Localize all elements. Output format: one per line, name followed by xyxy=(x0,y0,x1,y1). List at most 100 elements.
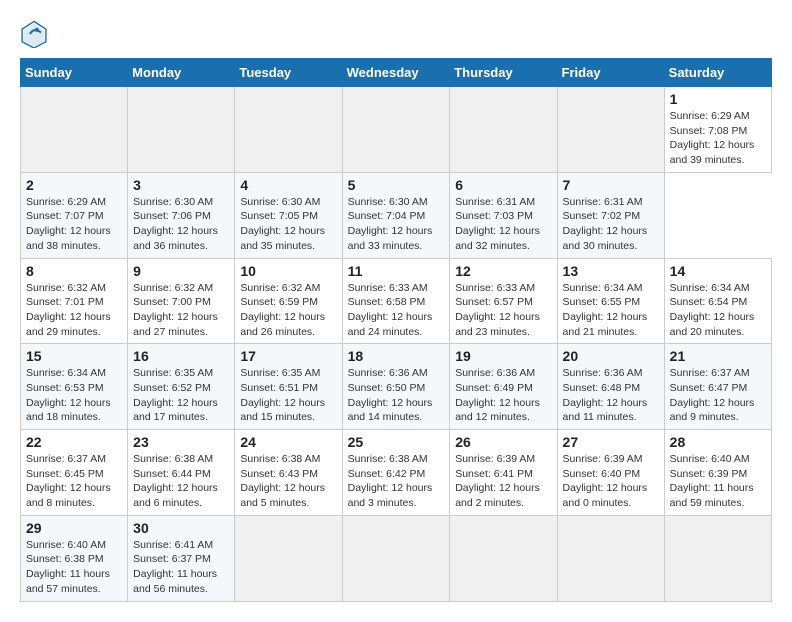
calendar-cell-day-17: 17 Sunrise: 6:35 AM Sunset: 6:51 PM Dayl… xyxy=(235,344,342,430)
day-info: Sunrise: 6:37 AM Sunset: 6:47 PM Dayligh… xyxy=(670,366,766,425)
calendar-week-row: 22 Sunrise: 6:37 AM Sunset: 6:45 PM Dayl… xyxy=(21,430,772,516)
weekday-header-tuesday: Tuesday xyxy=(235,59,342,87)
logo xyxy=(20,20,52,48)
calendar-table: SundayMondayTuesdayWednesdayThursdayFrid… xyxy=(20,58,772,602)
day-number: 30 xyxy=(133,520,229,536)
day-number: 7 xyxy=(563,177,659,193)
day-info: Sunrise: 6:32 AM Sunset: 7:00 PM Dayligh… xyxy=(133,281,229,340)
day-number: 23 xyxy=(133,434,229,450)
calendar-cell-day-25: 25 Sunrise: 6:38 AM Sunset: 6:42 PM Dayl… xyxy=(342,430,450,516)
calendar-cell-day-13: 13 Sunrise: 6:34 AM Sunset: 6:55 PM Dayl… xyxy=(557,258,664,344)
calendar-cell-day-15: 15 Sunrise: 6:34 AM Sunset: 6:53 PM Dayl… xyxy=(21,344,128,430)
calendar-cell-day-3: 3 Sunrise: 6:30 AM Sunset: 7:06 PM Dayli… xyxy=(128,172,235,258)
day-info: Sunrise: 6:39 AM Sunset: 6:41 PM Dayligh… xyxy=(455,452,551,511)
weekday-header-row: SundayMondayTuesdayWednesdayThursdayFrid… xyxy=(21,59,772,87)
calendar-cell-empty xyxy=(450,87,557,173)
calendar-cell-day-23: 23 Sunrise: 6:38 AM Sunset: 6:44 PM Dayl… xyxy=(128,430,235,516)
day-number: 24 xyxy=(240,434,336,450)
day-info: Sunrise: 6:38 AM Sunset: 6:44 PM Dayligh… xyxy=(133,452,229,511)
calendar-week-row: 2 Sunrise: 6:29 AM Sunset: 7:07 PM Dayli… xyxy=(21,172,772,258)
day-number: 25 xyxy=(348,434,445,450)
calendar-cell-empty xyxy=(342,87,450,173)
day-info: Sunrise: 6:38 AM Sunset: 6:43 PM Dayligh… xyxy=(240,452,336,511)
calendar-cell-day-7: 7 Sunrise: 6:31 AM Sunset: 7:02 PM Dayli… xyxy=(557,172,664,258)
calendar-cell-day-29: 29 Sunrise: 6:40 AM Sunset: 6:38 PM Dayl… xyxy=(21,515,128,601)
day-info: Sunrise: 6:36 AM Sunset: 6:50 PM Dayligh… xyxy=(348,366,445,425)
calendar-cell-day-5: 5 Sunrise: 6:30 AM Sunset: 7:04 PM Dayli… xyxy=(342,172,450,258)
day-number: 5 xyxy=(348,177,445,193)
day-number: 4 xyxy=(240,177,336,193)
calendar-cell-day-26: 26 Sunrise: 6:39 AM Sunset: 6:41 PM Dayl… xyxy=(450,430,557,516)
day-number: 10 xyxy=(240,263,336,279)
calendar-week-row: 8 Sunrise: 6:32 AM Sunset: 7:01 PM Dayli… xyxy=(21,258,772,344)
day-info: Sunrise: 6:34 AM Sunset: 6:54 PM Dayligh… xyxy=(670,281,766,340)
calendar-cell-day-10: 10 Sunrise: 6:32 AM Sunset: 6:59 PM Dayl… xyxy=(235,258,342,344)
calendar-cell-day-1: 1 Sunrise: 6:29 AM Sunset: 7:08 PM Dayli… xyxy=(664,87,771,173)
day-number: 22 xyxy=(26,434,122,450)
weekday-header-monday: Monday xyxy=(128,59,235,87)
day-number: 26 xyxy=(455,434,551,450)
calendar-cell-day-4: 4 Sunrise: 6:30 AM Sunset: 7:05 PM Dayli… xyxy=(235,172,342,258)
logo-icon xyxy=(20,20,48,48)
calendar-cell-day-2: 2 Sunrise: 6:29 AM Sunset: 7:07 PM Dayli… xyxy=(21,172,128,258)
day-number: 13 xyxy=(563,263,659,279)
calendar-cell-empty xyxy=(21,87,128,173)
day-number: 9 xyxy=(133,263,229,279)
calendar-cell-empty xyxy=(128,87,235,173)
day-info: Sunrise: 6:38 AM Sunset: 6:42 PM Dayligh… xyxy=(348,452,445,511)
day-info: Sunrise: 6:35 AM Sunset: 6:51 PM Dayligh… xyxy=(240,366,336,425)
day-number: 21 xyxy=(670,348,766,364)
calendar-cell-day-9: 9 Sunrise: 6:32 AM Sunset: 7:00 PM Dayli… xyxy=(128,258,235,344)
day-info: Sunrise: 6:34 AM Sunset: 6:55 PM Dayligh… xyxy=(563,281,659,340)
weekday-header-sunday: Sunday xyxy=(21,59,128,87)
calendar-cell-day-28: 28 Sunrise: 6:40 AM Sunset: 6:39 PM Dayl… xyxy=(664,430,771,516)
day-number: 27 xyxy=(563,434,659,450)
weekday-header-thursday: Thursday xyxy=(450,59,557,87)
day-info: Sunrise: 6:29 AM Sunset: 7:07 PM Dayligh… xyxy=(26,195,122,254)
day-info: Sunrise: 6:41 AM Sunset: 6:37 PM Dayligh… xyxy=(133,538,229,597)
calendar-cell-empty xyxy=(557,87,664,173)
calendar-week-row: 1 Sunrise: 6:29 AM Sunset: 7:08 PM Dayli… xyxy=(21,87,772,173)
day-number: 11 xyxy=(348,263,445,279)
calendar-cell-day-6: 6 Sunrise: 6:31 AM Sunset: 7:03 PM Dayli… xyxy=(450,172,557,258)
calendar-cell-day-19: 19 Sunrise: 6:36 AM Sunset: 6:49 PM Dayl… xyxy=(450,344,557,430)
calendar-cell-day-22: 22 Sunrise: 6:37 AM Sunset: 6:45 PM Dayl… xyxy=(21,430,128,516)
calendar-cell-day-21: 21 Sunrise: 6:37 AM Sunset: 6:47 PM Dayl… xyxy=(664,344,771,430)
calendar-cell-day-18: 18 Sunrise: 6:36 AM Sunset: 6:50 PM Dayl… xyxy=(342,344,450,430)
day-info: Sunrise: 6:40 AM Sunset: 6:38 PM Dayligh… xyxy=(26,538,122,597)
calendar-cell-day-24: 24 Sunrise: 6:38 AM Sunset: 6:43 PM Dayl… xyxy=(235,430,342,516)
calendar-cell-day-14: 14 Sunrise: 6:34 AM Sunset: 6:54 PM Dayl… xyxy=(664,258,771,344)
day-info: Sunrise: 6:33 AM Sunset: 6:57 PM Dayligh… xyxy=(455,281,551,340)
calendar-week-row: 29 Sunrise: 6:40 AM Sunset: 6:38 PM Dayl… xyxy=(21,515,772,601)
day-info: Sunrise: 6:32 AM Sunset: 6:59 PM Dayligh… xyxy=(240,281,336,340)
day-number: 2 xyxy=(26,177,122,193)
day-number: 14 xyxy=(670,263,766,279)
day-number: 18 xyxy=(348,348,445,364)
calendar-cell-day-27: 27 Sunrise: 6:39 AM Sunset: 6:40 PM Dayl… xyxy=(557,430,664,516)
day-info: Sunrise: 6:36 AM Sunset: 6:49 PM Dayligh… xyxy=(455,366,551,425)
calendar-cell-day-16: 16 Sunrise: 6:35 AM Sunset: 6:52 PM Dayl… xyxy=(128,344,235,430)
day-number: 16 xyxy=(133,348,229,364)
weekday-header-wednesday: Wednesday xyxy=(342,59,450,87)
day-info: Sunrise: 6:29 AM Sunset: 7:08 PM Dayligh… xyxy=(670,109,766,168)
day-info: Sunrise: 6:32 AM Sunset: 7:01 PM Dayligh… xyxy=(26,281,122,340)
calendar-week-row: 15 Sunrise: 6:34 AM Sunset: 6:53 PM Dayl… xyxy=(21,344,772,430)
day-number: 1 xyxy=(670,91,766,107)
day-number: 19 xyxy=(455,348,551,364)
weekday-header-saturday: Saturday xyxy=(664,59,771,87)
weekday-header-friday: Friday xyxy=(557,59,664,87)
calendar-cell-empty xyxy=(235,87,342,173)
calendar-cell-empty xyxy=(664,515,771,601)
day-info: Sunrise: 6:30 AM Sunset: 7:04 PM Dayligh… xyxy=(348,195,445,254)
calendar-cell-empty xyxy=(235,515,342,601)
day-number: 29 xyxy=(26,520,122,536)
calendar-cell-empty xyxy=(342,515,450,601)
day-number: 20 xyxy=(563,348,659,364)
day-info: Sunrise: 6:31 AM Sunset: 7:02 PM Dayligh… xyxy=(563,195,659,254)
day-info: Sunrise: 6:30 AM Sunset: 7:06 PM Dayligh… xyxy=(133,195,229,254)
day-info: Sunrise: 6:33 AM Sunset: 6:58 PM Dayligh… xyxy=(348,281,445,340)
day-info: Sunrise: 6:31 AM Sunset: 7:03 PM Dayligh… xyxy=(455,195,551,254)
day-info: Sunrise: 6:40 AM Sunset: 6:39 PM Dayligh… xyxy=(670,452,766,511)
day-info: Sunrise: 6:34 AM Sunset: 6:53 PM Dayligh… xyxy=(26,366,122,425)
calendar-cell-day-30: 30 Sunrise: 6:41 AM Sunset: 6:37 PM Dayl… xyxy=(128,515,235,601)
